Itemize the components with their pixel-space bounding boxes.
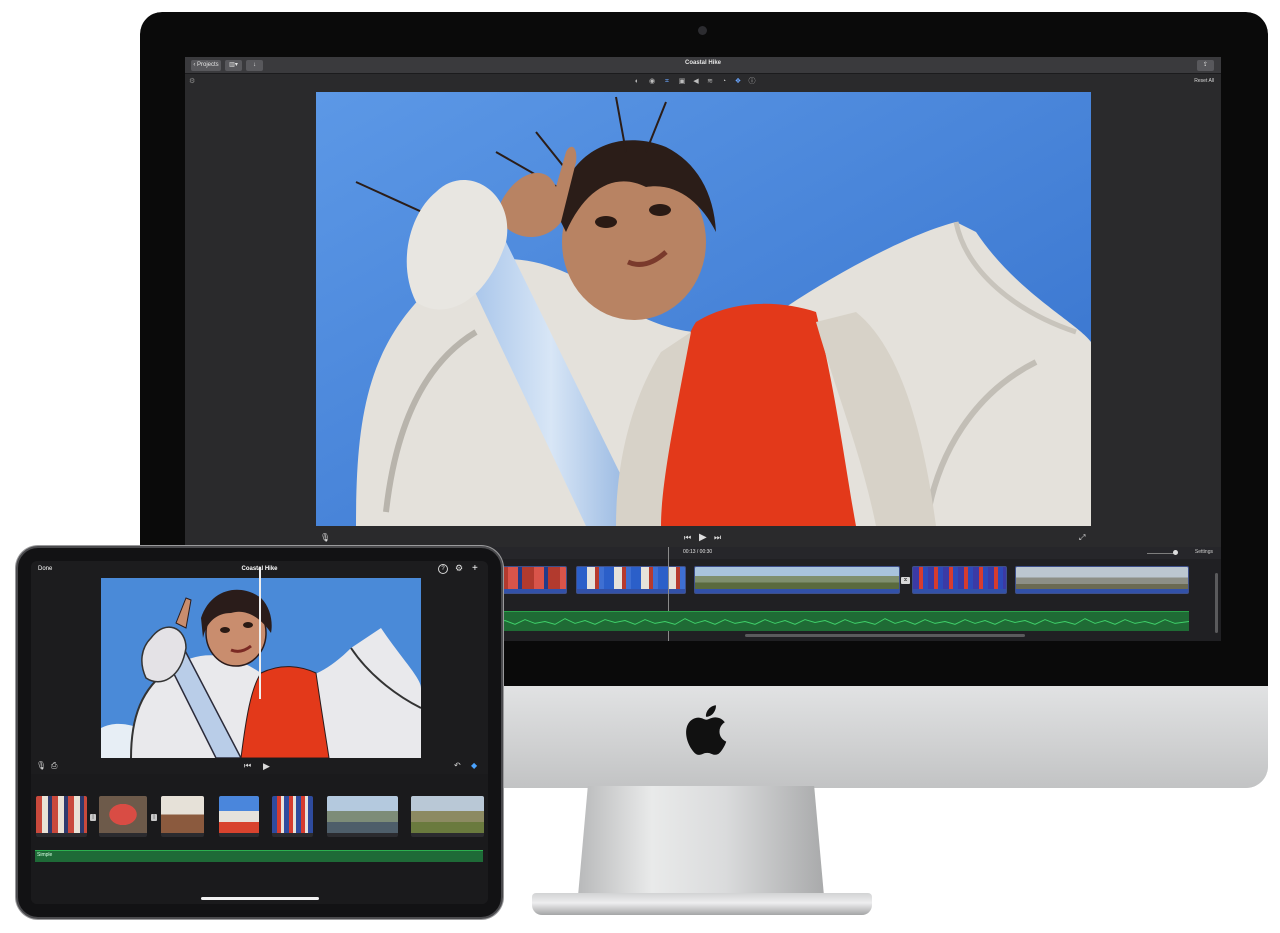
ipad-timeline-clip[interactable] xyxy=(99,796,147,837)
timeline-clip[interactable] xyxy=(912,566,1007,594)
camera-icon[interactable]: ⎙ xyxy=(51,761,57,771)
audio-track[interactable] xyxy=(495,611,1189,631)
ipad-timeline-clip[interactable] xyxy=(411,796,484,837)
timeline-settings-button[interactable]: Settings xyxy=(1195,549,1213,555)
transition-icon[interactable]: | xyxy=(90,814,96,821)
share-button[interactable]: ⇪ xyxy=(1197,60,1214,71)
ipad: Done Coastal Hike ? ⚙ + 🎙 ⎙ ⏮ ▶ ↶ ◆ | | … xyxy=(16,546,503,919)
play-button-icon[interactable]: ▶ xyxy=(263,761,270,772)
voiceover-mic-icon[interactable]: 🎙 xyxy=(36,761,46,770)
info-icon[interactable]: ⓘ xyxy=(747,77,757,87)
speed-icon[interactable]: ◔ xyxy=(719,77,729,87)
skip-forward-icon[interactable]: ⏭ xyxy=(714,533,721,543)
imovie-ipad-screen: Done Coastal Hike ? ⚙ + 🎙 ⎙ ⏮ ▶ ↶ ◆ | | … xyxy=(31,561,488,904)
timeline-vertical-scrollbar[interactable] xyxy=(1215,573,1218,633)
audio-waveform-icon[interactable]: ◆ xyxy=(471,761,477,770)
color-balance-icon[interactable]: ◐ xyxy=(632,77,642,87)
ipad-timeline-clip[interactable] xyxy=(219,796,259,837)
volume-icon[interactable]: ◀ xyxy=(691,77,701,87)
window-title: Coastal Hike xyxy=(684,60,721,66)
transition-icon[interactable]: | xyxy=(151,814,157,821)
skip-back-icon[interactable]: ⏮ xyxy=(244,761,251,771)
stabilization-icon[interactable]: ▣ xyxy=(677,77,687,87)
ipad-timeline[interactable]: | | Simple xyxy=(31,774,488,904)
ipad-audio-track[interactable]: Simple xyxy=(35,850,483,862)
magic-wand-icon[interactable]: ⚙ xyxy=(189,77,195,85)
noise-reduction-icon[interactable]: ≋ xyxy=(705,77,715,87)
imac-stand-base xyxy=(532,893,872,915)
ipad-playback-controls: 🎙 ⎙ ⏮ ▶ ↶ ◆ xyxy=(31,760,488,774)
adjustment-toolbar: ⚙ ◐ ◉ ⌗ ▣ ◀ ≋ ◔ ❖ ⓘ Reset All xyxy=(185,74,1221,90)
crop-icon[interactable]: ⌗ xyxy=(662,77,672,87)
help-icon[interactable]: ? xyxy=(438,564,448,574)
video-viewer[interactable] xyxy=(316,92,1091,526)
timecode: 00:13 / 00:30 xyxy=(683,549,713,555)
skip-back-icon[interactable]: ⏮ xyxy=(684,533,691,543)
title-bar: ‹ Projects ▥▾ ↓ Coastal Hike ⇪ xyxy=(185,57,1221,74)
camera-icon xyxy=(698,26,707,35)
home-indicator xyxy=(201,897,319,900)
timeline-zoom-knob[interactable] xyxy=(1173,550,1178,555)
fullscreen-icon[interactable]: ⤢ xyxy=(1079,533,1085,543)
ipad-timeline-clip[interactable] xyxy=(36,796,87,837)
transition-icon[interactable]: ⧖ xyxy=(901,577,910,584)
voiceover-mic-icon[interactable]: 🎙 xyxy=(320,533,330,542)
audio-track-label: Simple xyxy=(37,852,53,858)
undo-icon[interactable]: ↶ xyxy=(454,761,461,770)
reset-all-button[interactable]: Reset All xyxy=(1194,78,1214,84)
clip-filter-icon[interactable]: ❖ xyxy=(733,77,743,87)
color-correction-icon[interactable]: ◉ xyxy=(647,77,657,87)
ipad-timeline-clip[interactable] xyxy=(272,796,313,837)
play-button-icon[interactable]: ▶ xyxy=(699,532,707,543)
timeline-clip[interactable] xyxy=(495,566,567,594)
apple-logo-icon xyxy=(686,705,727,755)
ipad-video-viewer[interactable] xyxy=(101,578,421,758)
add-media-icon[interactable]: + xyxy=(472,563,478,574)
timeline-horizontal-scrollbar[interactable] xyxy=(745,634,1025,637)
ipad-playhead[interactable] xyxy=(259,567,261,699)
ipad-timeline-clip[interactable] xyxy=(327,796,398,837)
timeline-clip[interactable] xyxy=(1015,566,1189,594)
share-icon: ⇪ xyxy=(1202,62,1209,68)
timeline-clip[interactable] xyxy=(694,566,900,594)
ipad-timeline-clip[interactable] xyxy=(161,796,204,837)
timeline-clip[interactable] xyxy=(576,566,686,594)
imac-stand xyxy=(578,786,824,896)
gear-icon[interactable]: ⚙ xyxy=(454,564,464,574)
